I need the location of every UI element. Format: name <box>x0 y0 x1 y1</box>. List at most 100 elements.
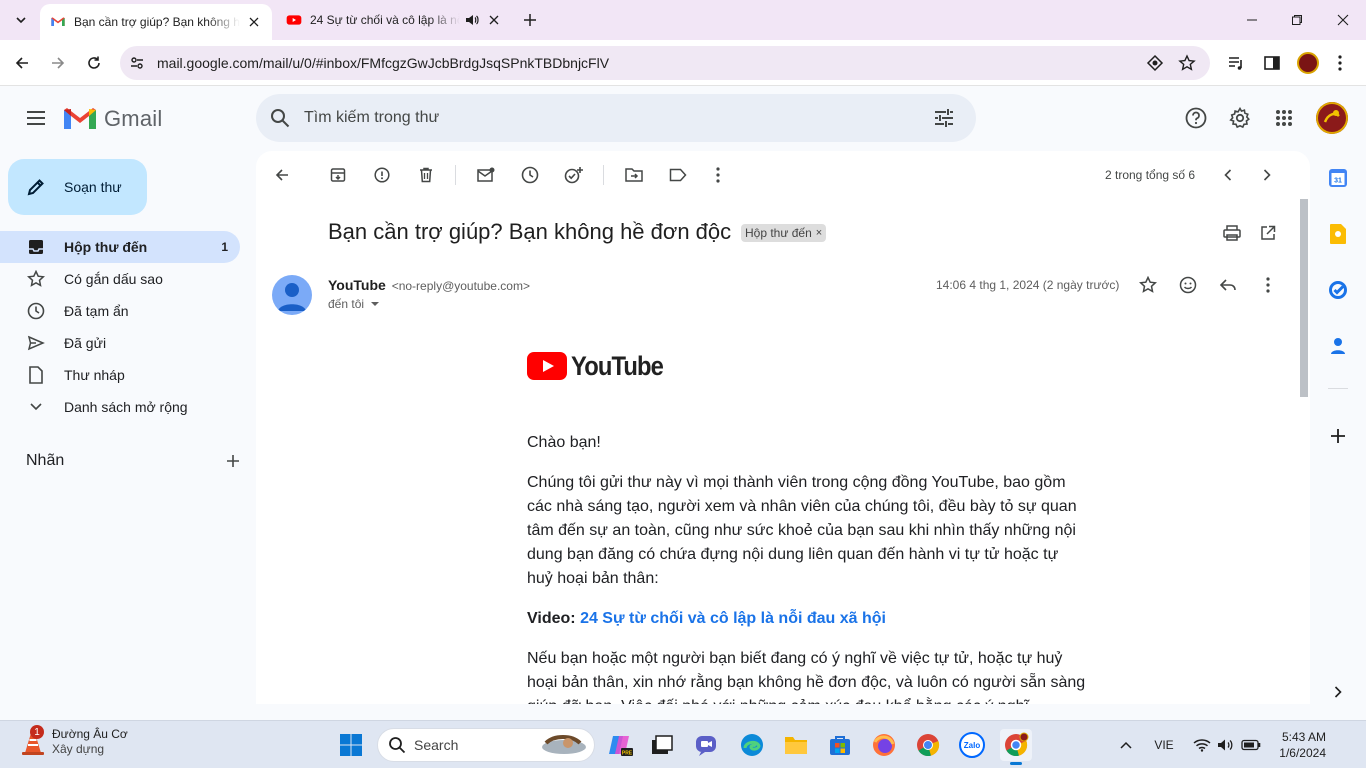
site-info-icon[interactable] <box>120 46 154 80</box>
close-window-button[interactable] <box>1320 0 1366 40</box>
forward-button[interactable] <box>44 49 72 77</box>
speaker-icon[interactable] <box>464 12 480 28</box>
new-tab-button[interactable] <box>518 8 542 32</box>
gmail-logo[interactable]: Gmail <box>64 106 162 132</box>
delete-button[interactable] <box>414 163 438 187</box>
newer-button[interactable] <box>1216 163 1240 187</box>
print-button[interactable] <box>1220 221 1244 245</box>
sender-line: YouTube <no-reply@youtube.com> <box>328 277 530 293</box>
edge-app[interactable] <box>736 729 768 761</box>
keep-icon <box>1330 224 1346 244</box>
browser-menu-button[interactable] <box>1326 49 1354 77</box>
add-label-button[interactable] <box>226 454 240 468</box>
system-clock[interactable]: 5:43 AM 1/6/2024 <box>1266 729 1326 761</box>
get-addons-button[interactable] <box>1326 424 1350 448</box>
nav-item-more[interactable]: Danh sách mở rộng <box>0 391 240 423</box>
sender-avatar[interactable] <box>272 275 312 315</box>
nav-item-inbox[interactable]: Hộp thư đến 1 <box>0 231 240 263</box>
back-to-inbox-button[interactable] <box>270 163 294 187</box>
settings-button[interactable] <box>1220 98 1260 138</box>
input-language[interactable]: VIE <box>1148 721 1180 768</box>
older-button[interactable] <box>1255 163 1279 187</box>
keep-app-button[interactable] <box>1326 222 1350 246</box>
mark-unread-button[interactable] <box>474 163 498 187</box>
nav-item-snoozed[interactable]: Đã tạm ẩn <box>0 295 240 327</box>
taskbar-search[interactable]: Search <box>377 728 595 762</box>
lens-icon[interactable] <box>1140 46 1170 80</box>
emoji-reaction-button[interactable] <box>1176 273 1200 297</box>
wifi-status[interactable] <box>1190 721 1214 768</box>
labels-button[interactable] <box>666 163 690 187</box>
close-icon[interactable] <box>246 14 262 30</box>
close-icon[interactable] <box>486 12 502 28</box>
tasks-app-button[interactable] <box>1326 278 1350 302</box>
video-link[interactable]: 24 Sự từ chối và cô lập là nỗi đau xã hộ… <box>580 610 886 627</box>
expand-panel-button[interactable] <box>1326 680 1350 704</box>
side-panel-button[interactable] <box>1258 49 1286 77</box>
chrome-app[interactable] <box>912 729 944 761</box>
battery-status[interactable] <box>1238 721 1264 768</box>
open-new-window-button[interactable] <box>1256 221 1280 245</box>
restore-button[interactable] <box>1274 0 1320 40</box>
snooze-button[interactable] <box>518 163 542 187</box>
tab-search-button[interactable] <box>8 7 34 33</box>
teams-chat-app[interactable] <box>690 729 722 761</box>
search-options-icon[interactable] <box>920 94 968 142</box>
weather-widget[interactable]: 1 Đường Âu Cơ Xây dựng <box>18 725 128 757</box>
firefox-app[interactable] <box>868 729 900 761</box>
browser-tab-gmail[interactable]: Bạn cần trợ giúp? Bạn không hề đơn độc <box>40 4 272 40</box>
volume-status[interactable] <box>1214 721 1238 768</box>
start-button[interactable] <box>335 729 367 761</box>
inbox-label-chip[interactable]: Hộp thư đến × <box>741 224 827 242</box>
browser-tab-youtube[interactable]: 24 Sự từ chối và cô lập là nỗi đau xã hộ… <box>276 4 512 36</box>
calendar-app-button[interactable]: 31 <box>1326 166 1350 190</box>
address-bar[interactable]: mail.google.com/mail/u/0/#inbox/FMfcgzGw… <box>120 46 1210 80</box>
minimize-button[interactable] <box>1229 0 1275 40</box>
remove-label-icon[interactable]: × <box>816 227 822 239</box>
media-controls-button[interactable] <box>1222 49 1250 77</box>
reload-button[interactable] <box>80 49 108 77</box>
star-icon <box>26 269 46 289</box>
email-scrollbar[interactable] <box>1298 199 1310 704</box>
show-hidden-icons-button[interactable] <box>1112 721 1140 768</box>
mail-search-bar[interactable]: Tìm kiếm trong thư <box>256 94 976 142</box>
add-to-tasks-button[interactable] <box>562 163 586 187</box>
copilot-app[interactable]: PRE <box>604 729 636 761</box>
message-more-button[interactable] <box>1256 273 1280 297</box>
contacts-app-button[interactable] <box>1326 334 1350 358</box>
chrome-profile-app-active[interactable] <box>1000 729 1032 765</box>
star-button[interactable] <box>1136 273 1160 297</box>
more-vertical-icon <box>716 167 720 183</box>
archive-button[interactable] <box>326 163 350 187</box>
task-view-app[interactable] <box>646 729 678 761</box>
nav-item-starred[interactable]: Có gắn dấu sao <box>0 263 240 295</box>
nav-item-drafts[interactable]: Thư nháp <box>0 359 240 391</box>
store-app[interactable] <box>824 729 856 761</box>
file-explorer-app[interactable] <box>780 729 812 761</box>
search-input[interactable]: Tìm kiếm trong thư <box>304 109 920 127</box>
zalo-app[interactable]: Zalo <box>956 729 988 761</box>
youtube-icon <box>286 15 302 25</box>
recipient-details[interactable]: đến tôi <box>328 297 382 311</box>
nav-label: Thư nháp <box>64 367 125 383</box>
trash-icon <box>420 167 432 183</box>
account-avatar[interactable] <box>1316 102 1348 134</box>
compose-button[interactable]: Soạn thư <box>8 159 147 215</box>
search-icon[interactable] <box>256 94 304 142</box>
main-menu-button[interactable] <box>16 98 56 138</box>
help-button[interactable] <box>1176 98 1216 138</box>
nav-label: Hộp thư đến <box>64 239 148 255</box>
sender-name[interactable]: YouTube <box>328 277 386 293</box>
reply-button[interactable] <box>1216 273 1240 297</box>
label-icon <box>669 168 687 182</box>
back-button[interactable] <box>8 49 36 77</box>
move-to-button[interactable] <box>622 163 646 187</box>
report-spam-button[interactable] <box>370 163 394 187</box>
scrollbar-thumb[interactable] <box>1300 199 1308 397</box>
google-apps-button[interactable] <box>1264 98 1304 138</box>
profile-button[interactable] <box>1294 49 1322 77</box>
nav-item-sent[interactable]: Đã gửi <box>0 327 240 359</box>
more-actions-button[interactable] <box>706 163 730 187</box>
bookmark-star-icon[interactable] <box>1172 46 1202 80</box>
copilot-icon: PRE <box>609 736 633 757</box>
